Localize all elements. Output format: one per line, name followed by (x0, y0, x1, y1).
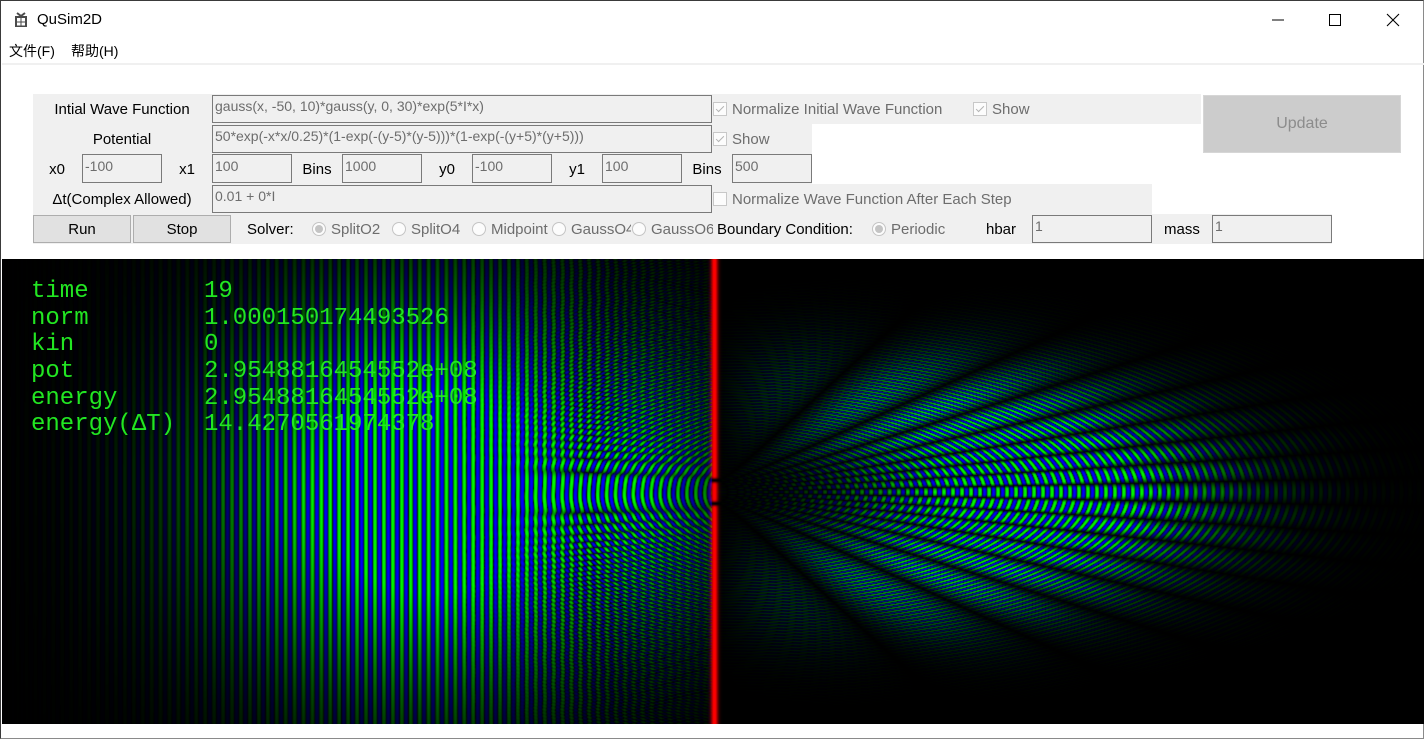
y-bins-input[interactable] (732, 154, 812, 183)
stat-label-energy-dt: energy(ΔT) (31, 411, 176, 438)
hbar-input[interactable] (1032, 215, 1152, 243)
stat-value-energy-dt: 14.4270561974378 (204, 411, 435, 438)
solver-option-gausso6[interactable]: GaussO6 (631, 214, 713, 244)
boundary-condition-label: Boundary Condition: (717, 220, 853, 238)
solver-label: Solver: (247, 220, 294, 238)
stat-label-time: time (31, 278, 89, 305)
stat-label-kin: kin (31, 331, 75, 358)
x0-label: x0 (49, 160, 65, 178)
y0-label: y0 (439, 160, 455, 178)
solver-option-splito4[interactable]: SplitO4 (391, 214, 471, 244)
boundary-option-periodic[interactable]: Periodic (871, 214, 961, 244)
mass-input[interactable] (1212, 215, 1332, 243)
minimize-icon (1272, 19, 1284, 20)
solver-option-label: SplitO4 (411, 220, 461, 238)
close-button[interactable] (1364, 1, 1422, 38)
maximize-button[interactable] (1306, 1, 1364, 38)
minimize-button[interactable] (1249, 1, 1307, 38)
solver-option-splito2[interactable]: SplitO2 (311, 214, 391, 244)
x0-input[interactable] (82, 154, 162, 183)
solver-option-midpoint[interactable]: Midpoint (471, 214, 551, 244)
solver-option-label: SplitO2 (331, 220, 381, 238)
radio-icon (312, 222, 326, 236)
initial-wave-function-input[interactable] (212, 95, 712, 123)
stat-label-energy: energy (31, 385, 118, 412)
show-wave-label: Show (992, 100, 1030, 118)
solver-option-gausso4[interactable]: GaussO4 (551, 214, 631, 244)
y0-input[interactable] (472, 154, 552, 183)
menu-help[interactable]: 帮助(H) (70, 41, 119, 61)
y-bins-label: Bins (692, 160, 722, 178)
normalize-initial-label: Normalize Initial Wave Function (732, 100, 943, 118)
maximize-icon (1329, 13, 1341, 26)
x1-label: x1 (179, 160, 195, 178)
x1-input[interactable] (212, 154, 292, 183)
menu-separator (2, 63, 1424, 65)
stat-label-norm: norm (31, 305, 89, 332)
radio-icon (392, 222, 406, 236)
radio-icon (552, 222, 566, 236)
stop-button[interactable]: Stop (133, 215, 231, 243)
normalize-each-step-checkbox[interactable] (713, 192, 727, 206)
stat-value-norm: 1.000150174493526 (204, 305, 449, 332)
stat-value-kin: 0 (204, 331, 219, 358)
close-icon (1386, 13, 1400, 26)
normalize-initial-checkbox[interactable] (713, 102, 727, 116)
hbar-label: hbar (986, 220, 1017, 238)
show-wave-checkbox[interactable] (973, 102, 987, 116)
radio-icon (472, 222, 486, 236)
initial-wave-function-label: Intial Wave Function (54, 100, 190, 118)
normalize-each-step-label: Normalize Wave Function After Each Step (732, 190, 1012, 208)
simulation-view: time 19 norm 1.000150174493526 kin 0 pot… (2, 259, 1424, 724)
stat-value-energy: 2.9548816454552e+08 (204, 385, 478, 412)
update-button[interactable]: Update (1203, 95, 1401, 153)
x-bins-input[interactable] (342, 154, 422, 183)
run-button[interactable]: Run (33, 215, 131, 243)
menu-file[interactable]: 文件(F) (8, 41, 56, 61)
radio-icon (872, 222, 886, 236)
solver-option-label: Midpoint (491, 220, 548, 238)
show-potential-label: Show (732, 130, 770, 148)
stat-value-time: 19 (204, 278, 233, 305)
solver-option-label: GaussO6 (651, 220, 713, 238)
potential-label: Potential (92, 130, 152, 148)
window-title: QuSim2D (37, 11, 103, 28)
app-icon (13, 12, 29, 28)
dt-label: Δt(Complex Allowed) (52, 190, 192, 208)
potential-input[interactable] (212, 125, 712, 153)
boundary-option-label: Periodic (891, 220, 946, 238)
app-window: QuSim2D 文件(F) 帮助(H) Intial Wave Function… (0, 0, 1424, 739)
show-potential-checkbox[interactable] (713, 132, 727, 146)
stat-label-pot: pot (31, 358, 75, 385)
x-bins-label: Bins (302, 160, 332, 178)
stat-value-pot: 2.9548816454552e+08 (204, 358, 478, 385)
radio-icon (632, 222, 646, 236)
y1-label: y1 (569, 160, 585, 178)
solver-option-label: GaussO4 (571, 220, 631, 238)
y1-input[interactable] (602, 154, 682, 183)
dt-input[interactable] (212, 185, 712, 213)
mass-label: mass (1164, 220, 1200, 238)
